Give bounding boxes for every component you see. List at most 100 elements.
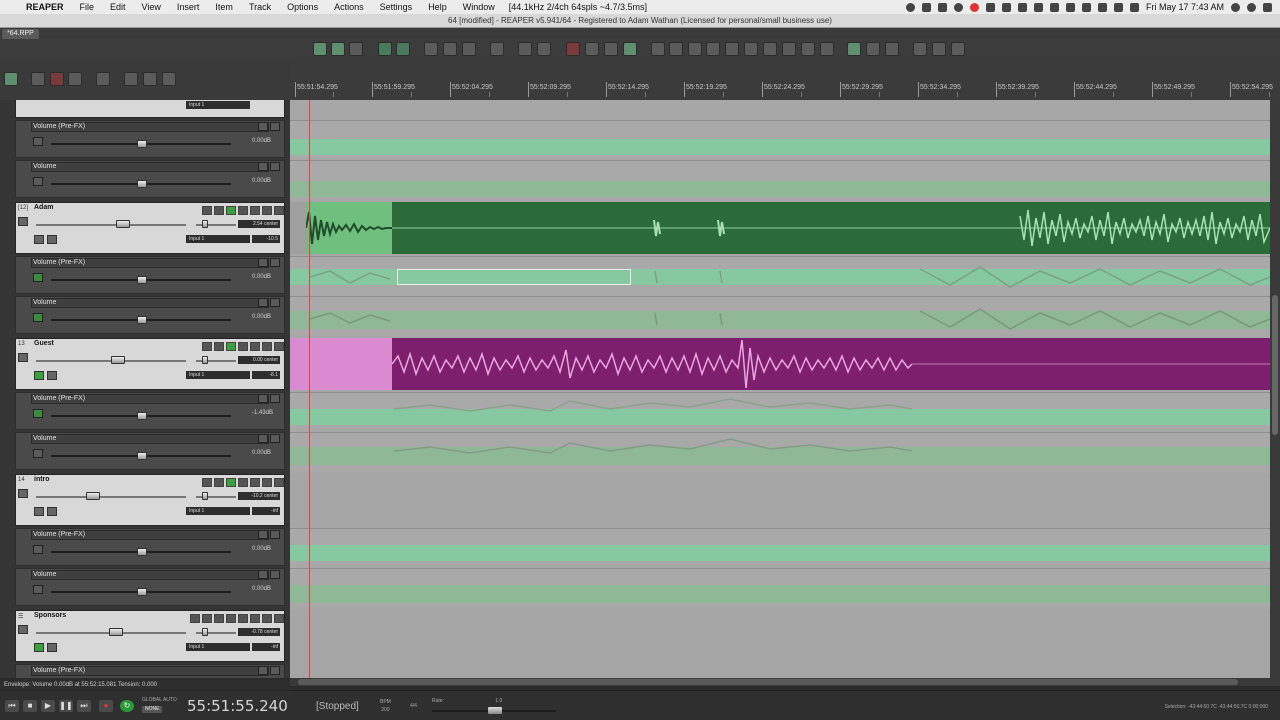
fx-icon[interactable] [258, 434, 268, 443]
track-lane-adam[interactable] [290, 202, 1270, 254]
pan-fader-knob[interactable] [202, 628, 208, 636]
rocket-icon[interactable] [1001, 2, 1011, 12]
fx-icon[interactable] [258, 666, 268, 675]
spotlight-search-icon[interactable] [1231, 2, 1240, 12]
envelope-lane[interactable] [290, 120, 1270, 158]
monitor-button[interactable] [47, 235, 57, 244]
fx-icon[interactable] [258, 570, 268, 579]
record-arm-button[interactable] [18, 217, 28, 226]
envelope-lane[interactable] [290, 256, 1270, 294]
automation-button[interactable] [34, 507, 44, 516]
solo-button[interactable] [262, 614, 272, 623]
monitor-button[interactable] [47, 507, 57, 516]
volume-fader-knob[interactable] [109, 628, 123, 636]
menu-edit[interactable]: Edit [102, 2, 134, 12]
envelope-arm-button[interactable] [33, 409, 43, 418]
pan-fader-knob[interactable] [202, 492, 208, 500]
stop-icon[interactable]: ■ [23, 700, 37, 712]
media-item-adam[interactable] [392, 202, 1270, 254]
envelope-lane[interactable] [290, 528, 1270, 566]
pause-icon[interactable]: ❚❚ [59, 700, 73, 712]
menu-window[interactable]: Window [455, 2, 503, 12]
envelope-points-move-icon[interactable] [396, 42, 410, 56]
record-monitor-button[interactable] [274, 206, 284, 215]
notification-center-icon[interactable] [1263, 2, 1272, 12]
notes-icon[interactable] [937, 2, 947, 12]
input-select[interactable]: Input 1 [186, 507, 250, 515]
ripple-edit-icon[interactable] [349, 42, 363, 56]
volume-fader-track[interactable] [36, 224, 186, 226]
menu-item[interactable]: Item [207, 2, 241, 12]
solo-icon[interactable] [68, 72, 82, 86]
thirty-second-note-icon[interactable] [782, 42, 796, 56]
time-signature[interactable]: 4/4 [410, 703, 417, 709]
menu-app[interactable]: REAPER [18, 2, 72, 12]
clock-icon[interactable] [847, 42, 861, 56]
solo-button[interactable] [262, 478, 272, 487]
user-icon[interactable] [1247, 2, 1256, 12]
io-routing-button[interactable] [202, 478, 212, 487]
envelope-lane-header[interactable]: Volume (Pre-FX) [15, 664, 285, 678]
play-icon[interactable]: ▶ [41, 700, 55, 712]
phase-button[interactable] [238, 342, 248, 351]
fx-icon[interactable] [258, 394, 268, 403]
fx-icon[interactable] [258, 162, 268, 171]
menu-track[interactable]: Track [241, 2, 279, 12]
menu-settings[interactable]: Settings [372, 2, 421, 12]
timeline-ruler[interactable]: 55:51:54.295 55:51:59.295 55:52:04.295 5… [290, 61, 1280, 100]
eighth-note-icon[interactable] [744, 42, 758, 56]
display-icon[interactable] [1049, 2, 1059, 12]
io-routing-button[interactable] [202, 614, 212, 623]
envelope-lane-header[interactable]: Volume (Pre-FX) 0.00dB [15, 120, 285, 158]
input-select[interactable]: Input 1 [186, 235, 250, 243]
automation-button[interactable] [34, 235, 44, 244]
app-status-icon[interactable] [921, 2, 931, 12]
close-icon[interactable] [270, 666, 280, 675]
envelope-lane-header[interactable]: Volume 0.00dB [15, 568, 285, 606]
sixteenth-note-icon[interactable] [763, 42, 777, 56]
mixer-icon[interactable] [537, 42, 551, 56]
track-header-partial[interactable]: Input 1 [15, 100, 285, 118]
repeat-loop-icon[interactable]: ↻ [120, 700, 134, 712]
automation-mode-icon[interactable] [96, 72, 110, 86]
monitor-button[interactable] [47, 643, 57, 652]
quarter-note-icon[interactable] [725, 42, 739, 56]
envelope-fader-knob[interactable] [137, 140, 147, 148]
phase-button[interactable] [238, 206, 248, 215]
record-monitor-button[interactable] [274, 478, 284, 487]
env-button[interactable] [214, 478, 224, 487]
track-layout-icon[interactable] [143, 72, 157, 86]
dropbox-icon[interactable] [1017, 2, 1027, 12]
media-item-guest-fade[interactable] [290, 338, 392, 390]
mute-icon[interactable] [50, 72, 64, 86]
mute-button[interactable] [250, 342, 260, 351]
folder-collapse-button[interactable] [190, 614, 200, 623]
whole-note-icon[interactable] [688, 42, 702, 56]
volume-fader-track[interactable] [36, 496, 186, 498]
time-selection-auto-punch-icon[interactable] [585, 42, 599, 56]
close-icon[interactable] [270, 122, 280, 131]
track-header-intro[interactable]: 14 intro -10.2 center Input 1 -inf [15, 474, 285, 526]
track-name[interactable]: Adam [34, 204, 53, 211]
phase-button[interactable] [238, 478, 248, 487]
track-header-sponsors[interactable]: ☰ Sponsors -0.78 center Input 1 -inf [15, 610, 285, 662]
menu-insert[interactable]: Insert [169, 2, 208, 12]
horizontal-scrollbar-thumb[interactable] [298, 679, 1238, 685]
volume-readout[interactable]: -10.2 center [238, 492, 280, 500]
playrate-slider-knob[interactable] [488, 707, 502, 714]
play-icon[interactable] [1081, 2, 1091, 12]
record-mode-icon[interactable] [566, 42, 580, 56]
record-monitor-button[interactable] [274, 614, 284, 623]
env-button[interactable] [214, 342, 224, 351]
bluetooth-icon[interactable] [1065, 2, 1075, 12]
envelope-fader-knob[interactable] [137, 452, 147, 460]
volume-fader-knob[interactable] [116, 220, 130, 228]
fx-button[interactable] [226, 206, 236, 215]
envelope-fader-knob[interactable] [137, 180, 147, 188]
locking-settings-icon[interactable] [443, 42, 457, 56]
go-to-start-icon[interactable]: ⏮ [5, 700, 19, 712]
metronome-icon[interactable] [462, 42, 476, 56]
render-icon[interactable] [951, 42, 965, 56]
menu-view[interactable]: View [134, 2, 169, 12]
input-select[interactable]: Input 1 [186, 101, 250, 109]
